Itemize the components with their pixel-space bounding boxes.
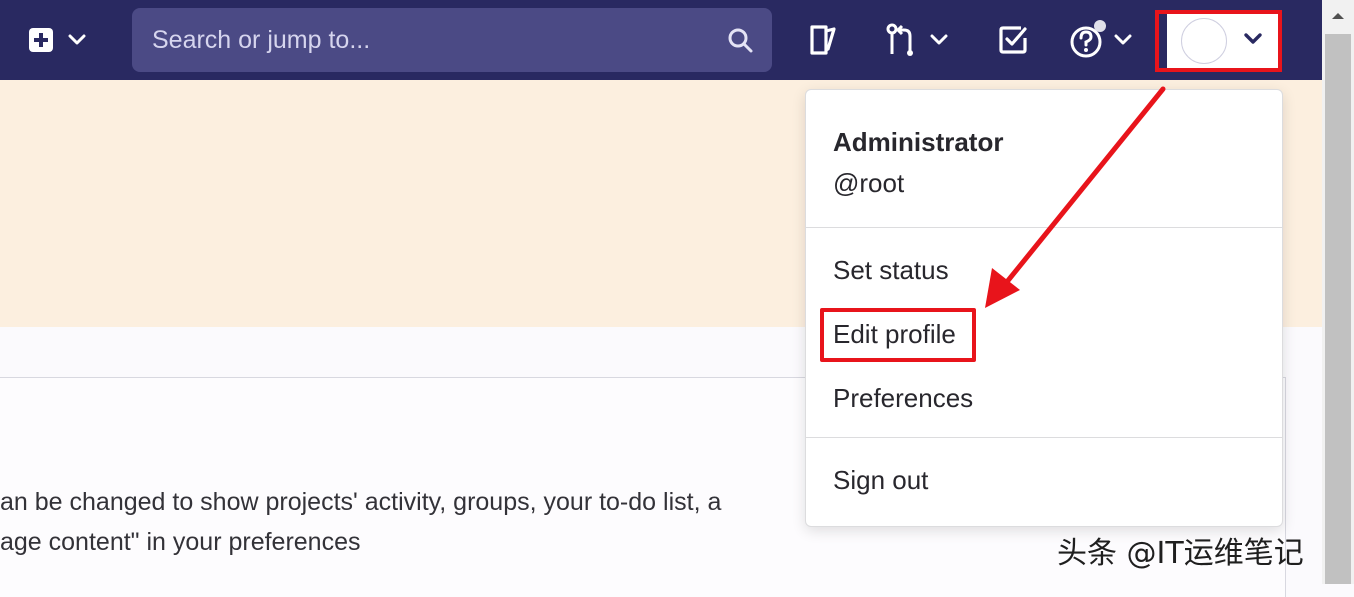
set-status-menu-item[interactable]: Set status [833,255,949,286]
search-box[interactable] [132,8,772,72]
divider [806,437,1282,438]
watermark: 头条 @IT运维笔记 [1057,536,1304,571]
chevron-down-icon [930,34,948,45]
user-handle: @root [833,168,905,198]
user-menu-button[interactable] [1155,10,1282,72]
merge-requests-button[interactable] [884,20,948,60]
chevron-down-icon [1244,33,1262,44]
homepage-info-text-2: age content" in your preferences [0,528,361,556]
chevron-down-icon [1114,34,1132,45]
issues-button[interactable] [806,20,840,60]
scroll-up-arrow-icon[interactable] [1328,6,1348,26]
edit-profile-highlight [820,308,976,362]
search-input[interactable] [150,24,726,56]
preferences-menu-item[interactable]: Preferences [833,383,973,414]
new-menu-button[interactable] [16,18,96,62]
avatar [1181,18,1227,64]
top-navbar [0,0,1322,80]
todos-button[interactable] [997,20,1029,60]
search-icon[interactable] [726,26,754,54]
help-button[interactable] [1068,20,1132,60]
scrollbar-thumb[interactable] [1325,34,1351,584]
divider [806,227,1282,228]
sign-out-menu-item[interactable]: Sign out [833,465,928,496]
plus-square-icon [29,28,53,52]
help-icon [1070,20,1106,58]
todo-icon [999,26,1027,54]
issues-icon [810,25,836,55]
chevron-down-icon [68,34,86,45]
merge-request-icon [886,23,913,56]
homepage-info-text: an be changed to show projects' activity… [0,488,722,516]
user-display-name: Administrator [833,127,1004,157]
